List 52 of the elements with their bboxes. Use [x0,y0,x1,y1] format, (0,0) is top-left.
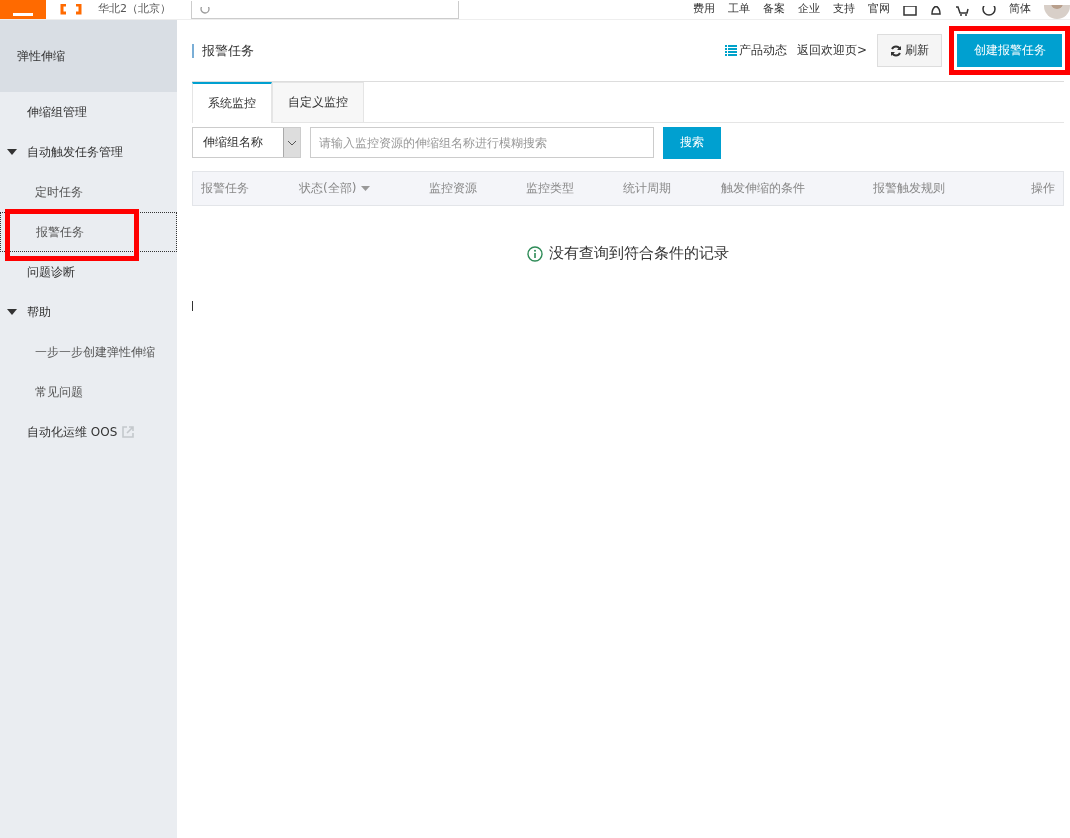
nav-link[interactable]: 企业 [798,1,820,16]
column-header: 监控类型 [526,180,574,197]
search-field[interactable]: 请输入监控资源的伸缩组名称进行模糊搜索 [310,127,654,158]
menu-button[interactable] [0,0,46,19]
caret-down-icon [7,148,17,156]
caret-down-icon [361,186,371,191]
sidebar-item[interactable]: 常见问题 [0,372,177,412]
nav-link[interactable]: 支持 [833,1,855,16]
help-icon[interactable] [982,6,996,16]
chevron-down-icon [287,139,297,146]
tab[interactable]: 自定义监控 [272,82,364,122]
tab[interactable]: 系统监控 [192,82,272,123]
sidebar-item[interactable]: 定时任务 [0,172,177,212]
back-link[interactable]: 返回欢迎页> [796,42,867,59]
sidebar-item[interactable]: 报警任务 [0,212,177,252]
logo-icon [60,4,82,16]
refresh-button[interactable]: 刷新 [877,34,942,67]
text-cursor [192,301,193,311]
column-header: 报警任务 [201,180,249,197]
nav-link[interactable]: 备案 [763,1,785,16]
empty-message: 没有查询到符合条件的记录 [549,244,729,263]
column-header: 监控资源 [429,180,477,197]
external-link-icon [122,426,135,438]
search-field[interactable] [191,1,459,19]
sidebar-item[interactable]: 伸缩组管理 [0,92,177,132]
column-header: 报警触发规则 [873,180,945,197]
menu-icon [13,13,33,16]
bell-icon[interactable] [930,6,942,16]
field-select[interactable]: 伸缩组名称 [192,127,301,158]
sidebar-item[interactable]: 问题诊断 [0,252,177,292]
cart-icon[interactable] [955,6,969,16]
caret-down-icon [7,308,17,316]
product-news-link[interactable]: 产品动态 [724,42,787,59]
sidebar-group[interactable]: 帮助 [0,292,177,332]
region-selector[interactable]: 华北2（北京） [98,1,171,16]
column-header: 统计周期 [623,180,671,197]
sidebar-group[interactable]: 自动触发任务管理 [0,132,177,172]
search-icon [200,7,210,15]
mail-icon[interactable] [903,6,917,16]
nav-link[interactable]: 官网 [868,1,890,16]
refresh-icon [890,44,902,57]
sidebar-item[interactable]: 自动化运维 OOS [0,412,177,452]
column-header: 触发伸缩的条件 [721,180,805,197]
language-selector[interactable]: 简体 [1009,1,1031,16]
column-header: 操作 [1031,180,1055,197]
nav-link[interactable]: 费用 [693,1,715,16]
info-icon [527,245,543,262]
list-icon [724,45,737,56]
page-title: 报警任务 [192,43,254,58]
sidebar-item[interactable]: 一步一步创建弹性伸缩 [0,332,177,372]
nav-link[interactable]: 工单 [728,1,750,16]
sidebar-title: 弹性伸缩 [17,47,65,65]
